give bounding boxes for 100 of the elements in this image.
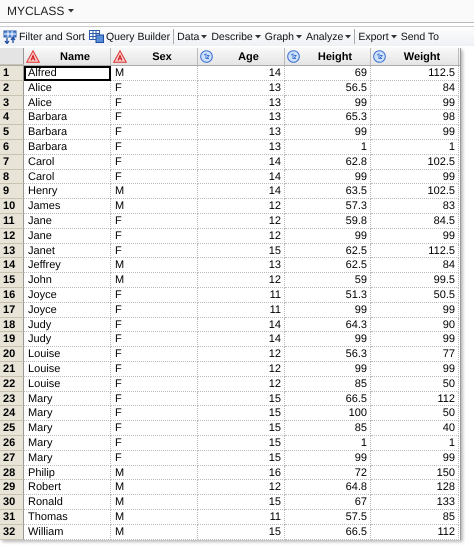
- table-cell: 83: [371, 199, 459, 214]
- table-cell: 13: [198, 80, 285, 96]
- table-cell: 11: [198, 288, 285, 303]
- table-cell: John: [24, 273, 111, 288]
- row-number: 25: [0, 421, 24, 436]
- table-cell: 15: [198, 244, 285, 258]
- table-cell: 63.5: [285, 184, 371, 200]
- table-cell: Ronald: [24, 495, 111, 510]
- table-cell: 84.5: [371, 214, 459, 229]
- table-cell: 99: [285, 362, 371, 377]
- table-cell: M: [111, 480, 198, 496]
- filter-sort-button[interactable]: Filter and Sort: [1, 30, 87, 44]
- table-cell: Jane: [24, 228, 111, 244]
- table-cell: Joyce: [24, 302, 111, 318]
- menu-button[interactable]: Graph: [262, 30, 304, 42]
- table-cell: 67: [285, 495, 371, 510]
- table-cell: 99: [371, 450, 459, 466]
- menu-button[interactable]: Data: [175, 30, 210, 42]
- row-number: 5: [0, 125, 24, 140]
- row-number: 9: [0, 184, 24, 200]
- table-cell: 99: [371, 170, 459, 184]
- table-cell: 50: [371, 406, 459, 422]
- row-number: 18: [0, 318, 24, 332]
- table-cell: Jane: [24, 214, 111, 229]
- table-cell: F: [111, 170, 198, 184]
- table-cell: 15: [198, 392, 285, 406]
- table-cell: Louise: [24, 376, 111, 392]
- row-number: 3: [0, 96, 24, 110]
- table-cell: 15: [198, 495, 285, 510]
- table-cell: Robert: [24, 480, 111, 496]
- table-cell: F: [111, 421, 198, 436]
- menu-button[interactable]: Send To: [398, 30, 442, 42]
- column-header[interactable]: Age: [198, 48, 285, 65]
- table-cell: 15: [198, 450, 285, 466]
- table-cell: F: [111, 302, 198, 318]
- column-header[interactable]: Weight: [371, 48, 459, 65]
- table-cell: Jeffrey: [24, 258, 111, 274]
- column-header[interactable]: Sex: [111, 48, 198, 65]
- table-cell: 66.5: [285, 392, 371, 406]
- table-cell: 99: [285, 332, 371, 348]
- table-cell: F: [111, 332, 198, 348]
- table-cell: William: [24, 524, 111, 540]
- column-header[interactable]: Name: [24, 48, 111, 65]
- table-cell: 90: [371, 318, 459, 332]
- table-cell: 85: [285, 376, 371, 392]
- table-cell: F: [111, 140, 198, 155]
- row-number: 20: [0, 347, 24, 362]
- table-cell: 15: [198, 524, 285, 540]
- table-cell: 14: [198, 170, 285, 184]
- table-cell: 13: [198, 140, 285, 155]
- table-cell: Carol: [24, 170, 111, 184]
- table-cell: 12: [198, 228, 285, 244]
- table-cell: 14: [198, 66, 285, 81]
- table-cell: Louise: [24, 347, 111, 362]
- table-cell: F: [111, 80, 198, 96]
- caret-icon: [390, 34, 397, 38]
- menu-button[interactable]: Export: [356, 30, 399, 42]
- table-icon: [88, 30, 104, 43]
- table-cell: 40: [371, 421, 459, 436]
- table-cell: 150: [371, 466, 459, 480]
- menu-button[interactable]: Describe: [209, 30, 263, 42]
- table-cell: F: [111, 406, 198, 422]
- table-cell: 64.3: [285, 318, 371, 332]
- table-cell: F: [111, 450, 198, 466]
- table-cell: 99: [285, 125, 371, 140]
- table-cell: 1: [285, 140, 371, 155]
- table-cell: 112: [371, 524, 459, 540]
- row-number: 4: [0, 110, 24, 126]
- table-cell: M: [111, 184, 198, 200]
- caret-icon: [254, 34, 261, 38]
- table-cell: Carol: [24, 154, 111, 170]
- dataset-tab[interactable]: MYCLASS: [7, 4, 74, 18]
- table-cell: M: [111, 66, 198, 81]
- table-cell: Mary: [24, 436, 111, 451]
- table-cell: James: [24, 199, 111, 214]
- row-number: 7: [0, 154, 24, 170]
- row-number: 19: [0, 332, 24, 348]
- table-cell: M: [111, 273, 198, 288]
- row-number: 2: [0, 80, 24, 96]
- table-cell: F: [111, 376, 198, 392]
- table-cell: M: [111, 495, 198, 510]
- table-cell: 102.5: [371, 184, 459, 200]
- row-number: 27: [0, 450, 24, 466]
- table-cell: 100: [285, 406, 371, 422]
- table-cell: 15: [198, 436, 285, 451]
- table-cell: 99.5: [371, 273, 459, 288]
- menu-button[interactable]: Analyze: [304, 30, 354, 42]
- table-cell: F: [111, 244, 198, 258]
- table-cell: 65.3: [285, 110, 371, 126]
- table-cell: 62.8: [285, 154, 371, 170]
- table-cell: M: [111, 524, 198, 540]
- table-cell: 98: [371, 110, 459, 126]
- column-header[interactable]: Height: [285, 48, 371, 65]
- table-cell: 14: [198, 332, 285, 348]
- table-cell: 64.8: [285, 480, 371, 496]
- table-cell: 13: [198, 125, 285, 140]
- table-cell: 1: [371, 140, 459, 155]
- table-cell: F: [111, 96, 198, 110]
- query-builder-button[interactable]: Query Builder: [86, 30, 172, 43]
- row-number: 11: [0, 214, 24, 229]
